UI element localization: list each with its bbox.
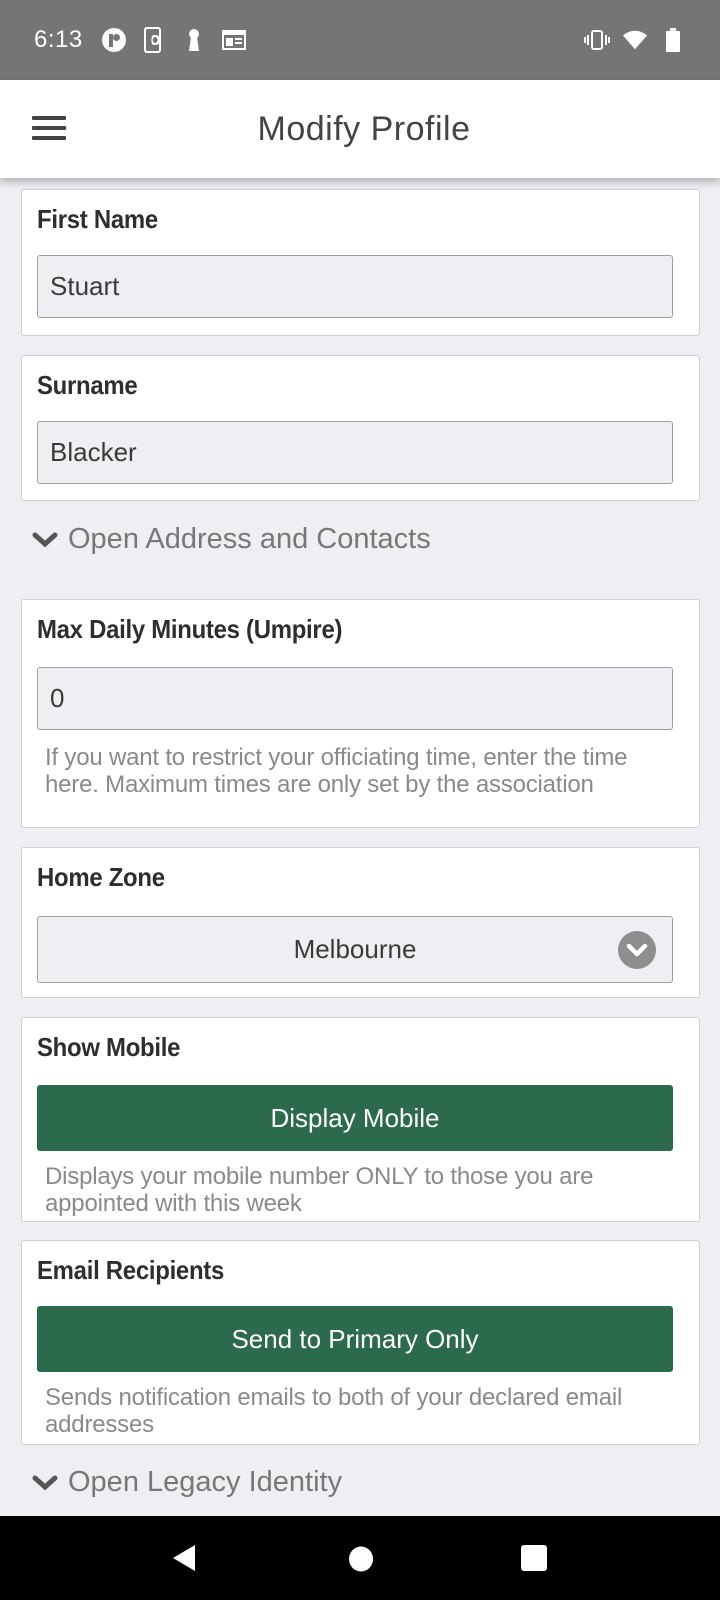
status-time: 6:13 <box>34 26 83 53</box>
vibrate-icon <box>584 27 610 53</box>
email-recipients-label: Email Recipients <box>37 1255 225 1285</box>
profile-form[interactable]: First Name Stuart Surname Blacker Open A… <box>0 178 720 1516</box>
open-address-contacts-toggle[interactable]: Open Address and Contacts <box>32 523 431 556</box>
surname-input[interactable]: Blacker <box>37 421 673 484</box>
open-legacy-identity-label: Open Legacy Identity <box>68 1466 343 1498</box>
max-daily-minutes-input[interactable]: 0 <box>37 667 673 730</box>
first-name-label: First Name <box>37 204 158 234</box>
wifi-icon <box>622 27 648 53</box>
battery-icon <box>660 27 686 53</box>
back-icon[interactable] <box>171 1544 197 1577</box>
status-bar: 6:13 <box>0 0 720 80</box>
open-address-contacts-label: Open Address and Contacts <box>68 523 431 555</box>
home-zone-card: Home Zone Melbourne <box>21 847 700 998</box>
display-mobile-button[interactable]: Display Mobile <box>37 1085 673 1151</box>
keyhole-icon <box>181 27 207 53</box>
calendar-news-icon <box>221 27 247 53</box>
surname-label: Surname <box>37 370 138 400</box>
first-name-value: Stuart <box>50 271 120 301</box>
app-bar: Modify Profile <box>0 80 720 178</box>
first-name-input[interactable]: Stuart <box>37 255 673 318</box>
max-daily-minutes-label: Max Daily Minutes (Umpire) <box>37 614 343 644</box>
first-name-card: First Name Stuart <box>21 189 700 336</box>
page-title: Modify Profile <box>257 109 471 148</box>
system-nav-bar <box>0 1516 720 1600</box>
home-icon[interactable] <box>348 1546 374 1577</box>
show-mobile-label: Show Mobile <box>37 1032 181 1062</box>
hamburger-menu-icon[interactable] <box>32 116 66 142</box>
max-daily-minutes-value: 0 <box>50 683 65 713</box>
show-mobile-card: Show Mobile Display Mobile Displays your… <box>21 1017 700 1222</box>
app-notification-icon <box>101 27 127 53</box>
show-mobile-help: Displays your mobile number ONLY to thos… <box>45 1163 594 1217</box>
chevron-down-icon <box>32 1475 58 1490</box>
home-zone-label: Home Zone <box>37 862 165 892</box>
recents-icon[interactable] <box>520 1544 548 1577</box>
email-recipients-card: Email Recipients Send to Primary Only Se… <box>21 1240 700 1445</box>
surname-card: Surname Blacker <box>21 355 700 501</box>
phone-sync-icon <box>141 27 167 53</box>
chevron-down-icon <box>32 532 58 547</box>
home-zone-select[interactable]: Melbourne <box>37 916 673 983</box>
send-to-primary-only-button[interactable]: Send to Primary Only <box>37 1306 673 1372</box>
max-daily-minutes-help: If you want to restrict your officiating… <box>45 744 628 798</box>
home-zone-selected-value: Melbourne <box>293 934 417 964</box>
email-recipients-help: Sends notification emails to both of you… <box>45 1384 623 1438</box>
surname-value: Blacker <box>50 437 137 467</box>
chevron-circle-down-icon <box>618 931 656 969</box>
max-daily-minutes-card: Max Daily Minutes (Umpire) 0 If you want… <box>21 599 700 828</box>
open-legacy-identity-toggle[interactable]: Open Legacy Identity <box>32 1466 342 1499</box>
